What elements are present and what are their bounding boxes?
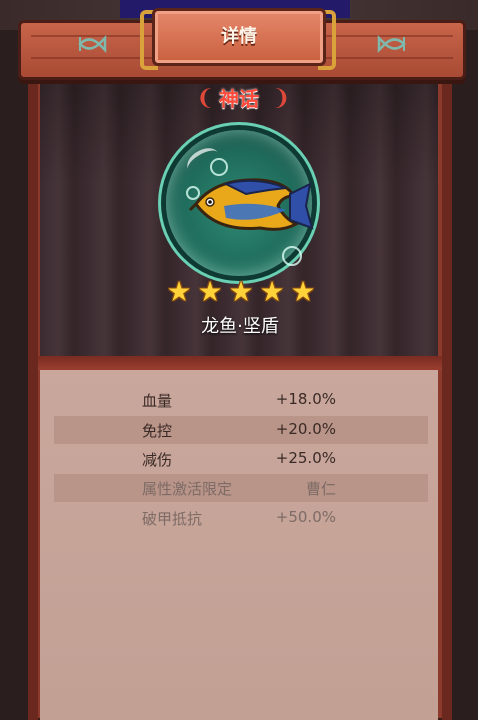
stat-row: 血量 +18.0% xyxy=(54,386,428,414)
fish-badge-icon xyxy=(377,33,407,55)
frame-edge-left xyxy=(28,70,38,720)
stat-value: +18.0% xyxy=(275,390,336,408)
character-name: 龙鱼·坚盾 xyxy=(201,316,279,337)
star-rating: ★ ★ ★ ★ ★ xyxy=(164,278,318,308)
stat-value: +20.0% xyxy=(275,420,336,438)
stat-label: 属性激活限定 xyxy=(142,480,233,498)
star-icon: ★ xyxy=(166,275,192,308)
stat-row: 免控 +20.0% xyxy=(54,416,428,444)
star-icon: ★ xyxy=(197,275,223,308)
bubble-icon xyxy=(282,246,302,266)
stat-label: 破甲抵抗 xyxy=(142,510,203,528)
dragon-fish-icon xyxy=(188,178,314,231)
star-icon: ★ xyxy=(290,275,316,308)
stat-row: 破甲抵抗 +50.0% xyxy=(54,504,428,532)
frame-edge-right xyxy=(442,70,452,720)
stat-row: 减伤 +25.0% xyxy=(54,445,428,473)
fish-badge-icon xyxy=(77,33,107,55)
star-icon: ★ xyxy=(228,275,254,308)
star-icon: ★ xyxy=(259,275,285,308)
stat-label: 血量 xyxy=(142,392,173,410)
stat-value: +50.0% xyxy=(275,508,336,526)
stat-label: 免控 xyxy=(142,422,173,440)
laurel-right-icon: ❩ xyxy=(272,86,291,111)
page-title: 详情 xyxy=(221,26,257,47)
stat-value: 曹仁 xyxy=(305,480,336,498)
stat-label: 减伤 xyxy=(142,451,173,469)
section-divider xyxy=(38,356,442,370)
stat-row-restriction: 属性激活限定 曹仁 xyxy=(54,474,428,502)
stat-value: +25.0% xyxy=(275,449,336,467)
stats-panel: 血量 +18.0% 免控 +20.0% 减伤 +25.0% 属性激活限定 曹仁 … xyxy=(40,370,438,720)
